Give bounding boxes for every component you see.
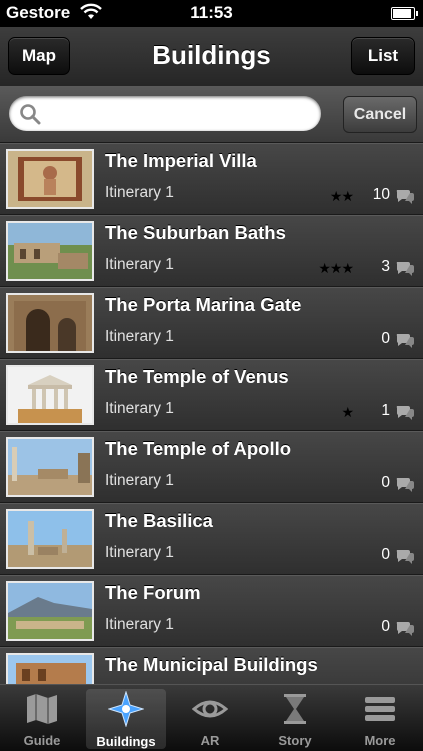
itinerary-label: Itinerary 1	[105, 256, 174, 273]
building-thumbnail	[6, 221, 94, 281]
list-item[interactable]: The Porta Marina Gate Itinerary 1 0	[0, 287, 423, 359]
itinerary-label: Itinerary 1	[105, 400, 174, 417]
comment-bubble-icon	[395, 476, 415, 497]
tab-story[interactable]: Story	[255, 685, 335, 751]
buildings-list: The Imperial Villa Itinerary 1 ★★ 10 The…	[0, 143, 423, 684]
building-title: The Suburban Baths	[105, 222, 286, 243]
building-thumbnail	[6, 149, 94, 209]
tab-label: Buildings	[96, 734, 156, 749]
rating-stars: ★★	[329, 188, 354, 204]
tab-more[interactable]: More	[340, 685, 420, 751]
cancel-button[interactable]: Cancel	[343, 96, 417, 133]
comment-bubble-icon	[395, 404, 415, 425]
tab-guide[interactable]: Guide	[2, 685, 82, 751]
comment-count: 0	[381, 618, 390, 635]
list-item[interactable]: The Suburban Baths Itinerary 1 ★★★ 3	[0, 215, 423, 287]
status-bar: Gestore 11:53	[0, 0, 423, 27]
battery-icon	[391, 7, 418, 20]
itinerary-label: Itinerary 1	[105, 328, 174, 345]
comment-count: 0	[381, 546, 390, 563]
navigation-bar: Map Buildings List	[0, 27, 423, 87]
list-item[interactable]: The Forum Itinerary 1 0	[0, 575, 423, 647]
list-item[interactable]: The Temple of Apollo Itinerary 1 0	[0, 431, 423, 503]
comment-count: 1	[381, 402, 390, 419]
rating-stars: ★★★	[318, 260, 354, 276]
list-item[interactable]: The Temple of Venus Itinerary 1 ★ 1	[0, 359, 423, 431]
itinerary-label: Itinerary 1	[105, 616, 174, 633]
tab-ar[interactable]: AR	[170, 685, 250, 751]
building-title: The Temple of Venus	[105, 366, 289, 387]
menu-lines-icon	[362, 691, 398, 727]
building-title: The Porta Marina Gate	[105, 294, 302, 315]
building-thumbnail	[6, 509, 94, 569]
search-bar: Cancel	[0, 86, 423, 143]
tab-label: Guide	[23, 733, 61, 748]
comment-bubble-icon	[395, 188, 415, 209]
list-item[interactable]: The Basilica Itinerary 1 0	[0, 503, 423, 575]
itinerary-label: Itinerary 1	[105, 472, 174, 489]
building-thumbnail	[6, 653, 94, 684]
building-title: The Municipal Buildings	[105, 654, 318, 675]
hourglass-icon	[277, 691, 313, 727]
itinerary-label: Itinerary 1	[105, 184, 174, 201]
comment-bubble-icon	[395, 548, 415, 569]
map-icon	[24, 691, 60, 727]
tab-buildings[interactable]: Buildings	[86, 689, 166, 749]
search-field[interactable]	[9, 96, 321, 131]
clock: 11:53	[190, 3, 233, 22]
comment-bubble-icon	[395, 620, 415, 641]
list-item[interactable]: The Imperial Villa Itinerary 1 ★★ 10	[0, 143, 423, 215]
building-thumbnail	[6, 437, 94, 497]
rating-stars: ★	[341, 404, 354, 420]
building-thumbnail	[6, 365, 94, 425]
tab-label: Story	[278, 733, 312, 748]
tab-label: AR	[200, 733, 220, 748]
building-title: The Basilica	[105, 510, 213, 531]
tab-label: More	[364, 733, 396, 748]
list-item[interactable]: The Municipal Buildings	[0, 647, 423, 684]
comment-count: 0	[381, 330, 390, 347]
search-input[interactable]	[47, 100, 311, 128]
comment-bubble-icon	[395, 260, 415, 281]
building-title: The Forum	[105, 582, 201, 603]
compass-star-icon	[107, 690, 145, 728]
eye-icon	[191, 691, 229, 727]
list-button[interactable]: List	[351, 37, 415, 75]
comment-bubble-icon	[395, 332, 415, 353]
building-thumbnail	[6, 581, 94, 641]
building-title: The Imperial Villa	[105, 150, 257, 171]
building-thumbnail	[6, 293, 94, 353]
comment-count: 10	[372, 186, 390, 203]
itinerary-label: Itinerary 1	[105, 544, 174, 561]
tab-bar: Guide Buildings AR Story More	[0, 684, 423, 751]
comment-count: 0	[381, 474, 390, 491]
comment-count: 3	[381, 258, 390, 275]
search-icon	[19, 103, 41, 130]
building-title: The Temple of Apollo	[105, 438, 292, 459]
